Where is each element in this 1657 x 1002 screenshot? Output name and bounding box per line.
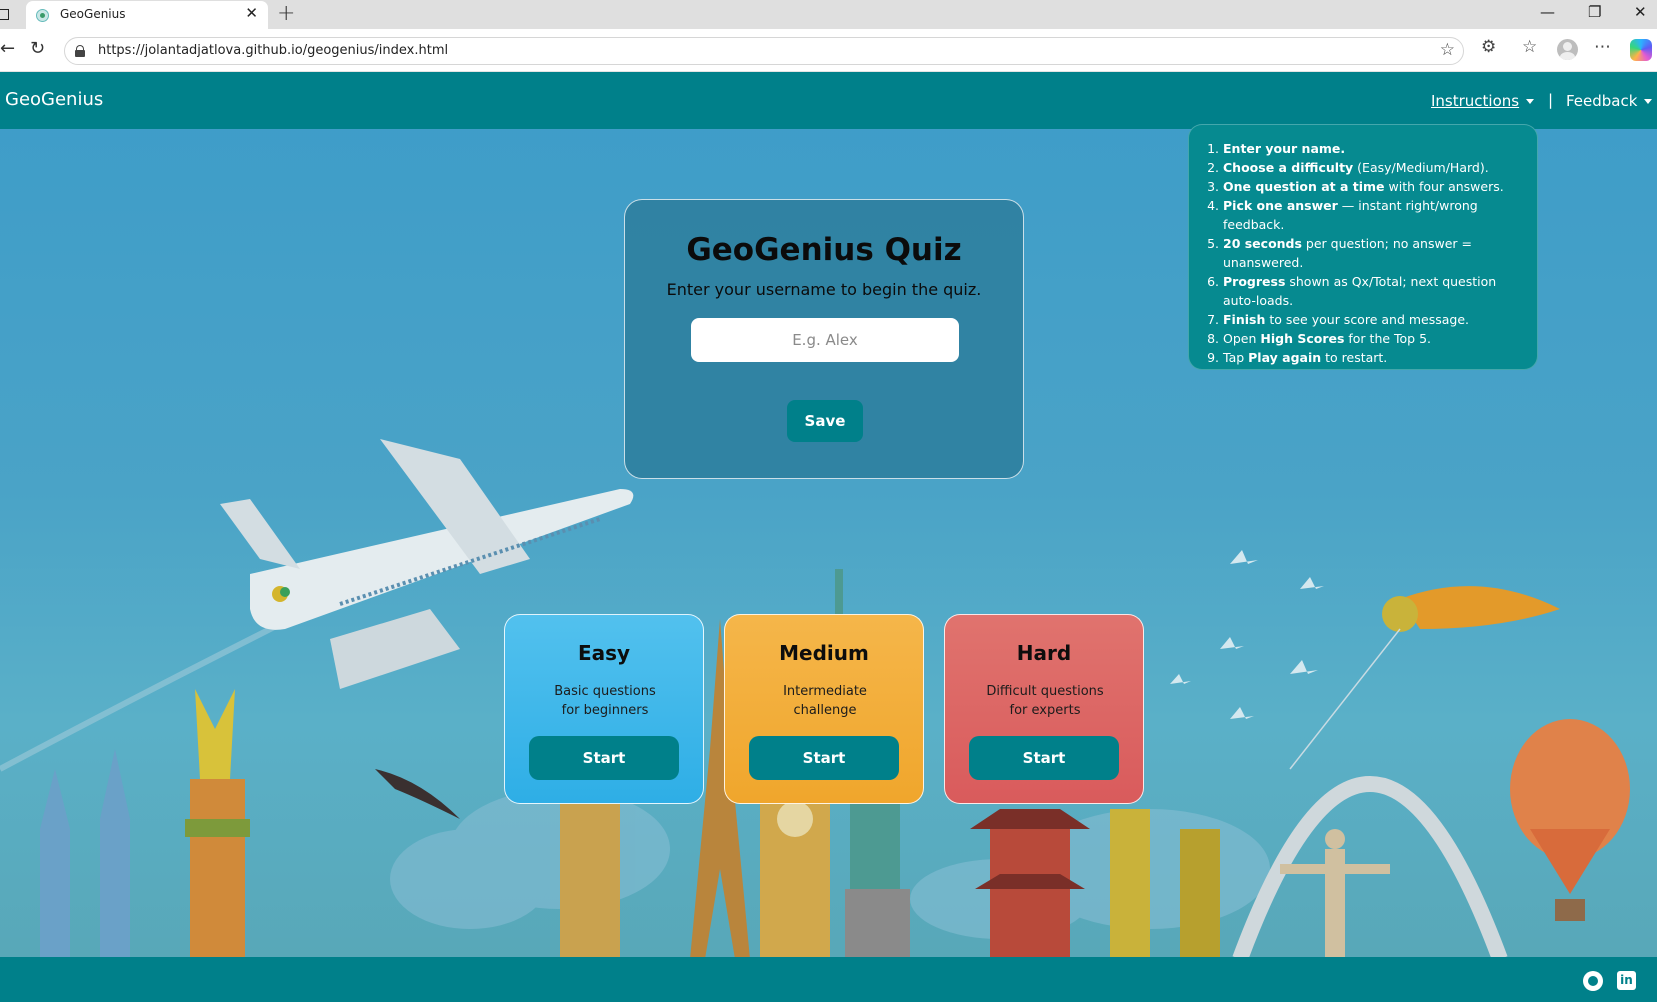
instructions-dropdown-toggle[interactable]: Instructions xyxy=(1431,92,1535,110)
instructions-label: Instructions xyxy=(1431,92,1520,110)
difficulty-card-easy: Easy Basic questions for beginners Start xyxy=(504,614,704,804)
star-icon[interactable]: ☆ xyxy=(1440,40,1455,60)
start-hard-button[interactable]: Start xyxy=(969,736,1119,780)
quiz-subtitle: Enter your username to begin the quiz. xyxy=(666,280,982,299)
difficulty-title: Medium xyxy=(779,641,869,665)
url-bar[interactable]: https://jolantadjatlova.github.io/geogen… xyxy=(64,37,1464,65)
lock-icon[interactable] xyxy=(75,45,85,57)
difficulty-description: Intermediate challenge xyxy=(783,684,867,718)
favicon-icon xyxy=(36,9,49,22)
instruction-item: Enter your name. xyxy=(1223,139,1523,158)
more-icon[interactable]: ⋯ xyxy=(1594,37,1612,57)
start-easy-button[interactable]: Start xyxy=(529,736,679,780)
feedback-dropdown-toggle[interactable]: Feedback xyxy=(1566,92,1653,110)
profile-icon[interactable] xyxy=(1557,39,1578,60)
difficulty-title: Easy xyxy=(577,641,631,665)
browser-tab-strip: GeoGenius ✕ + — ❐ ✕ xyxy=(0,0,1657,29)
close-icon[interactable]: ✕ xyxy=(245,4,258,22)
username-card: GeoGenius Quiz Enter your username to be… xyxy=(624,199,1024,479)
address-toolbar: ← ↻ https://jolantadjatlova.github.io/ge… xyxy=(0,29,1657,72)
instruction-item: Open High Scores for the Top 5. xyxy=(1223,329,1523,348)
back-icon[interactable]: ← xyxy=(0,38,15,59)
feedback-label: Feedback xyxy=(1566,92,1638,110)
brand-logo[interactable]: GeoGenius xyxy=(5,89,103,110)
reload-icon[interactable]: ↻ xyxy=(30,38,45,59)
footer: in xyxy=(0,957,1657,1002)
difficulty-title: Hard xyxy=(1016,641,1072,665)
favorites-icon[interactable]: ☆ xyxy=(1522,37,1537,57)
difficulty-card-medium: Medium Intermediate challenge Start xyxy=(724,614,924,804)
instruction-item: Pick one answer — instant right/wrong fe… xyxy=(1223,196,1523,234)
nav-separator: | xyxy=(1548,91,1554,109)
sidebar-icon[interactable] xyxy=(0,9,9,20)
difficulty-description: Difficult questions for experts xyxy=(986,684,1104,718)
instructions-dropdown-menu: Enter your name. Choose a difficulty (Ea… xyxy=(1188,124,1538,370)
copilot-icon[interactable] xyxy=(1630,39,1652,61)
instruction-item: 20 seconds per question; no answer = una… xyxy=(1223,234,1523,272)
page: GeoGenius Instructions | Feedback Enter … xyxy=(0,72,1657,1002)
tab-title: GeoGenius xyxy=(60,7,126,21)
username-input[interactable] xyxy=(691,318,959,362)
minimize-icon[interactable]: — xyxy=(1540,3,1555,21)
restore-icon[interactable]: ❐ xyxy=(1588,3,1601,21)
instruction-item: Choose a difficulty (Easy/Medium/Hard). xyxy=(1223,158,1523,177)
quiz-title: GeoGenius Quiz xyxy=(686,232,962,268)
instruction-item: Progress shown as Qx/Total; next questio… xyxy=(1223,272,1523,310)
new-tab-icon[interactable]: + xyxy=(277,1,295,26)
instruction-item: Finish to see your score and message. xyxy=(1223,310,1523,329)
difficulty-description: Basic questions for beginners xyxy=(554,684,656,718)
save-button[interactable]: Save xyxy=(787,400,863,442)
caret-down-icon xyxy=(1526,99,1535,104)
extensions-icon[interactable]: ⚙ xyxy=(1481,37,1496,57)
window-close-icon[interactable]: ✕ xyxy=(1634,3,1647,21)
start-medium-button[interactable]: Start xyxy=(749,736,899,780)
instruction-item: One question at a time with four answers… xyxy=(1223,177,1523,196)
difficulty-card-hard: Hard Difficult questions for experts Star… xyxy=(944,614,1144,804)
github-icon[interactable] xyxy=(1583,971,1603,991)
url-text[interactable]: https://jolantadjatlova.github.io/geogen… xyxy=(98,43,448,58)
instruction-item: Tap Play again to restart. xyxy=(1223,348,1523,367)
linkedin-icon[interactable]: in xyxy=(1617,971,1636,990)
browser-tab[interactable]: GeoGenius ✕ xyxy=(26,1,268,29)
caret-down-icon xyxy=(1644,99,1653,104)
navbar: GeoGenius Instructions | Feedback xyxy=(0,72,1657,129)
